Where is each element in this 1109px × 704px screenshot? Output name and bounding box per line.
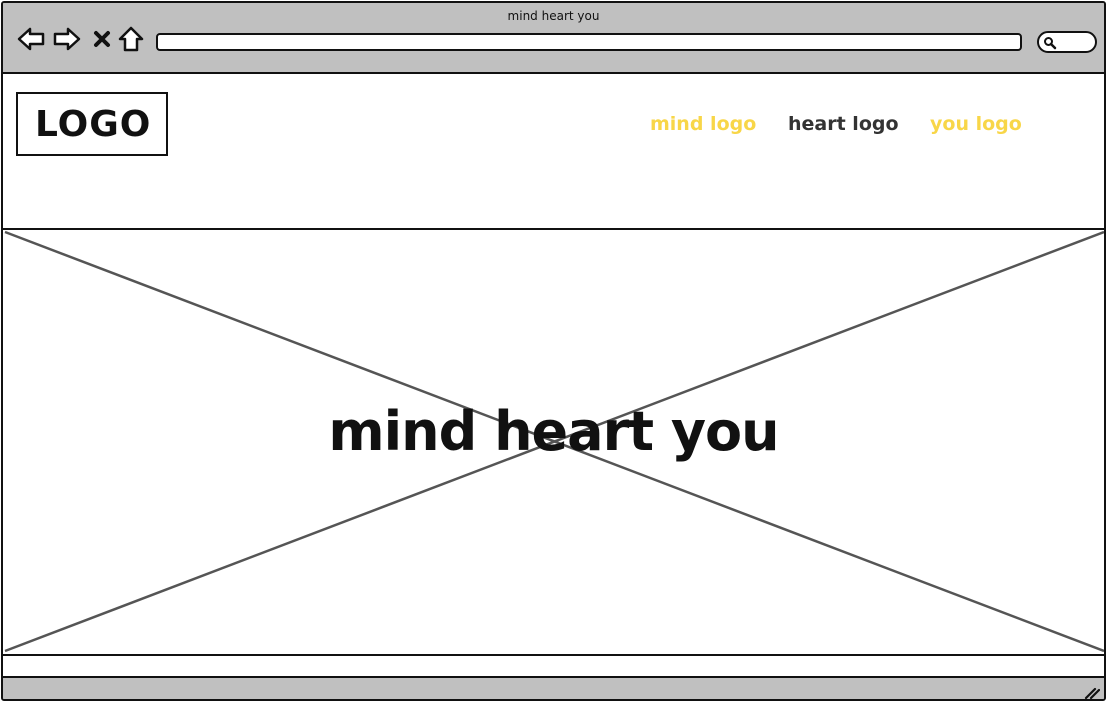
nav-link-you-logo[interactable]: you logo xyxy=(930,113,1022,135)
forward-arrow-icon xyxy=(53,27,81,51)
hero-title: mind heart you xyxy=(328,400,779,463)
browser-titlebar: mind heart you xyxy=(3,3,1104,74)
address-bar[interactable] xyxy=(156,33,1022,51)
stop-button[interactable] xyxy=(87,24,117,54)
search-icon xyxy=(1044,37,1057,50)
nav-link-mind-logo[interactable]: mind logo xyxy=(650,113,756,135)
back-arrow-icon xyxy=(17,27,45,51)
home-button[interactable] xyxy=(116,24,146,54)
forward-button[interactable] xyxy=(52,24,82,54)
search-input[interactable] xyxy=(1037,31,1097,53)
hero-image-placeholder: mind heart you xyxy=(3,230,1104,656)
window-title: mind heart you xyxy=(507,9,600,23)
nav-link-heart-logo[interactable]: heart logo xyxy=(788,113,899,135)
page-footer xyxy=(3,656,1104,676)
home-icon xyxy=(118,26,144,52)
logo-text: LOGO xyxy=(35,103,152,145)
resize-grip-icon[interactable] xyxy=(1084,686,1100,700)
close-icon xyxy=(94,31,110,47)
back-button[interactable] xyxy=(16,24,46,54)
site-header: LOGO mind logo heart logo you logo xyxy=(3,74,1104,230)
logo[interactable]: LOGO xyxy=(16,92,168,156)
browser-window: mind heart you LOGO mind logo heart logo… xyxy=(1,1,1106,701)
page-content: LOGO mind logo heart logo you logo mind … xyxy=(3,74,1104,676)
browser-statusbar xyxy=(3,676,1104,700)
